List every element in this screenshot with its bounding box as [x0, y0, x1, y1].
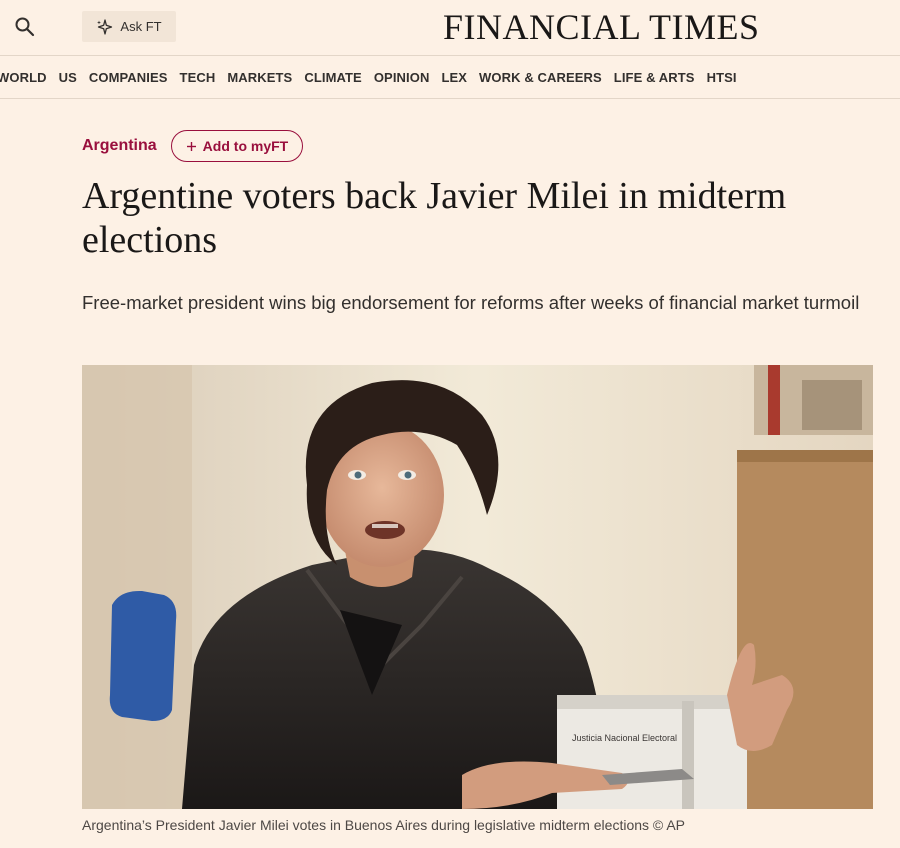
nav-item-markets[interactable]: MARKETS [221, 70, 298, 85]
ballot-box-label: Justicia Nacional Electoral [572, 733, 677, 743]
plus-icon [186, 141, 196, 151]
article-headline: Argentine voters back Javier Milei in mi… [82, 175, 787, 261]
add-to-myft-label: Add to myFT [202, 138, 289, 154]
ask-ft-button[interactable]: Ask FT [82, 11, 176, 42]
nav-item-lex[interactable]: LEX [435, 70, 473, 85]
sparkle-icon [97, 18, 113, 35]
search-icon [15, 17, 35, 37]
article-main-image: Justicia Nacional Electoral [82, 365, 873, 809]
article-standfirst: Free-market president wins big endorseme… [82, 292, 860, 313]
image-caption: Argentina’s President Javier Milei votes… [82, 817, 686, 833]
nav-item-world[interactable]: WORLD [0, 70, 53, 85]
top-bar: Ask FT FINANCIAL TIMES [0, 0, 900, 56]
nav-item-companies[interactable]: COMPANIES [83, 70, 174, 85]
nav-item-opinion[interactable]: OPINION [368, 70, 436, 85]
nav-item-life-arts[interactable]: LIFE & ARTS [608, 70, 701, 85]
topic-link[interactable]: Argentina [82, 137, 157, 155]
nav-item-us[interactable]: US [53, 70, 83, 85]
add-to-myft-button[interactable]: Add to myFT [170, 130, 304, 162]
article-topic-row: Argentina Add to myFT [82, 130, 304, 162]
nav-item-work-careers[interactable]: WORK & CAREERS [473, 70, 608, 85]
main-navigation: WORLD US COMPANIES TECH MARKETS CLIMATE … [0, 57, 900, 99]
masthead-logo[interactable]: FINANCIAL TIMES [443, 6, 760, 48]
search-button[interactable] [12, 14, 38, 40]
nav-item-htsi[interactable]: HTSI [701, 70, 743, 85]
ask-ft-label: Ask FT [120, 19, 162, 34]
nav-item-climate[interactable]: CLIMATE [298, 70, 368, 85]
nav-item-tech[interactable]: TECH [174, 70, 222, 85]
